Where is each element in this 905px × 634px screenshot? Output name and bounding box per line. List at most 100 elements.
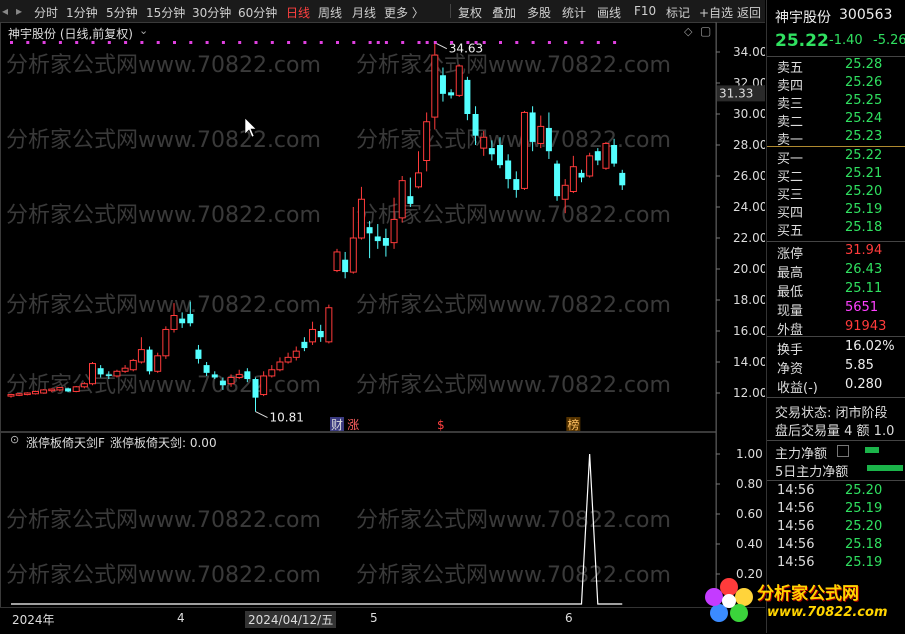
tab-monthly[interactable]: 月线 (352, 4, 376, 21)
candle-body-up[interactable] (309, 328, 317, 343)
candle-body-up[interactable] (268, 369, 276, 377)
candle-body-up[interactable] (520, 111, 528, 189)
mark-button[interactable]: 标记 (666, 4, 690, 21)
candle-body-down[interactable] (342, 259, 349, 273)
candle-body-down[interactable] (219, 380, 226, 386)
candle-body-down[interactable] (554, 163, 561, 197)
candle-body-down[interactable] (65, 388, 72, 392)
candle-body-up[interactable] (390, 218, 398, 244)
restore-rights-button[interactable]: 复权 (458, 4, 482, 21)
diamond-icon[interactable]: ◇ (684, 25, 692, 38)
candle-body-down[interactable] (464, 79, 471, 114)
candle-body-down[interactable] (488, 148, 495, 155)
candle-body-up[interactable] (113, 370, 121, 377)
candle-body-down[interactable] (187, 313, 194, 324)
back-button[interactable]: 返回 (737, 4, 761, 21)
candle-body-down[interactable] (203, 365, 210, 373)
candle-body-down[interactable] (382, 238, 389, 246)
candle-body-down[interactable] (578, 172, 585, 178)
candle-body-up[interactable] (235, 373, 243, 378)
tab-60min[interactable]: 60分钟 (238, 4, 277, 21)
candle-body-up[interactable] (292, 350, 300, 358)
candle-body-down[interactable] (448, 92, 455, 96)
candle-body-up[interactable] (333, 251, 341, 272)
candle-body-up[interactable] (415, 172, 422, 188)
candle-body-down[interactable] (244, 371, 251, 380)
indicator-panel[interactable]: 1.00 0.80 0.60 0.40 0.20 分析家公式网www.70822.com 分… (0, 432, 765, 608)
candle-body-up[interactable] (40, 389, 48, 394)
tab-15min[interactable]: 15分钟 (146, 4, 185, 21)
candle-body-up[interactable] (227, 377, 235, 385)
candle-body-up[interactable] (72, 386, 80, 392)
multi-stock-button[interactable]: 多股 (527, 4, 551, 21)
indicator-collapse-icon[interactable]: ⊙ (10, 433, 19, 446)
candle-body-down[interactable] (619, 172, 626, 186)
candle-body-up[interactable] (398, 180, 406, 219)
candle-body-up[interactable] (276, 361, 284, 371)
kline-chart[interactable]: 分析家公式网www.70822.com 分析家公式网www.70822.com 分析… (0, 22, 767, 432)
candle-body-down[interactable] (497, 145, 503, 166)
candle-body-down[interactable] (505, 160, 512, 180)
candle-body-up[interactable] (569, 166, 577, 192)
candle-body-down[interactable] (545, 127, 552, 152)
candle-body-down[interactable] (105, 374, 112, 376)
candle-body-down[interactable] (317, 331, 324, 338)
candle-body-up[interactable] (7, 394, 15, 397)
candle-body-down[interactable] (472, 114, 479, 136)
chevron-down-icon[interactable]: ⌄ (139, 24, 148, 37)
toolbar-next-icon[interactable]: ▸ (16, 4, 22, 18)
candle-body-down[interactable] (366, 227, 373, 234)
event-label[interactable]: 涨 (347, 417, 359, 432)
kline-svg[interactable]: 分析家公式网www.70822.com 分析家公式网www.70822.com 分析… (0, 22, 767, 432)
candle-body-up[interactable] (129, 359, 137, 371)
f10-button[interactable]: F10 (634, 4, 656, 18)
indicator-svg[interactable]: 1.000.800.600.400.20分析家公式网www.70822.com 分… (0, 432, 765, 608)
candle-body-up[interactable] (89, 363, 96, 385)
statistics-button[interactable]: 统计 (562, 4, 586, 21)
candle-body-up[interactable] (349, 237, 357, 273)
candle-body-up[interactable] (80, 383, 88, 388)
tab-weekly[interactable]: 周线 (318, 4, 342, 21)
candle-body-up[interactable] (137, 349, 145, 363)
candle-body-up[interactable] (170, 315, 178, 330)
candle-body-down[interactable] (374, 236, 381, 242)
candle-body-down[interactable] (211, 374, 218, 378)
candle-body-down[interactable] (146, 349, 153, 372)
candle-body-up[interactable] (48, 388, 56, 392)
tab-5min[interactable]: 5分钟 (106, 4, 138, 21)
candle-body-down[interactable] (439, 75, 446, 94)
tab-more[interactable]: 更多 〉 (384, 4, 424, 21)
candle-body-up[interactable] (31, 390, 39, 395)
toolbar-prev-icon[interactable]: ◂ (2, 4, 8, 18)
candle-body-down[interactable] (513, 179, 520, 190)
candle-body-up[interactable] (23, 392, 31, 396)
candle-body-up[interactable] (260, 375, 268, 396)
candle-body-down[interactable] (611, 145, 618, 164)
candle-body-up[interactable] (154, 355, 162, 372)
candle-body-down[interactable] (529, 112, 536, 142)
candle-body-up[interactable] (121, 367, 129, 372)
candle-body-up[interactable] (602, 142, 610, 169)
tab-30min[interactable]: 30分钟 (192, 4, 231, 21)
tab-fenshi[interactable]: 分时 (34, 4, 58, 21)
list-icon[interactable] (837, 445, 849, 457)
candle-body-up[interactable] (423, 121, 431, 161)
candle-body-up[interactable] (455, 65, 463, 96)
candle-body-down[interactable] (195, 349, 202, 359)
candle-body-up[interactable] (15, 393, 23, 396)
event-label[interactable]: $ (437, 418, 445, 432)
candle-body-down[interactable] (97, 368, 104, 375)
candle-body-down[interactable] (252, 379, 259, 398)
candle-body-up[interactable] (56, 387, 64, 391)
maximize-icon[interactable]: ▢ (700, 24, 711, 38)
candle-body-down[interactable] (594, 151, 601, 161)
candle-body-up[interactable] (561, 184, 569, 200)
candle-body-down[interactable] (301, 341, 308, 349)
candle-body-up[interactable] (325, 307, 333, 343)
candle-body-up[interactable] (431, 54, 439, 118)
tab-daily[interactable]: 日线 (286, 4, 310, 21)
add-watchlist-button[interactable]: +自选 (699, 4, 733, 21)
event-label[interactable]: 财 (331, 418, 343, 432)
event-label[interactable]: 榜 (567, 417, 579, 432)
candle-body-up[interactable] (586, 155, 594, 177)
